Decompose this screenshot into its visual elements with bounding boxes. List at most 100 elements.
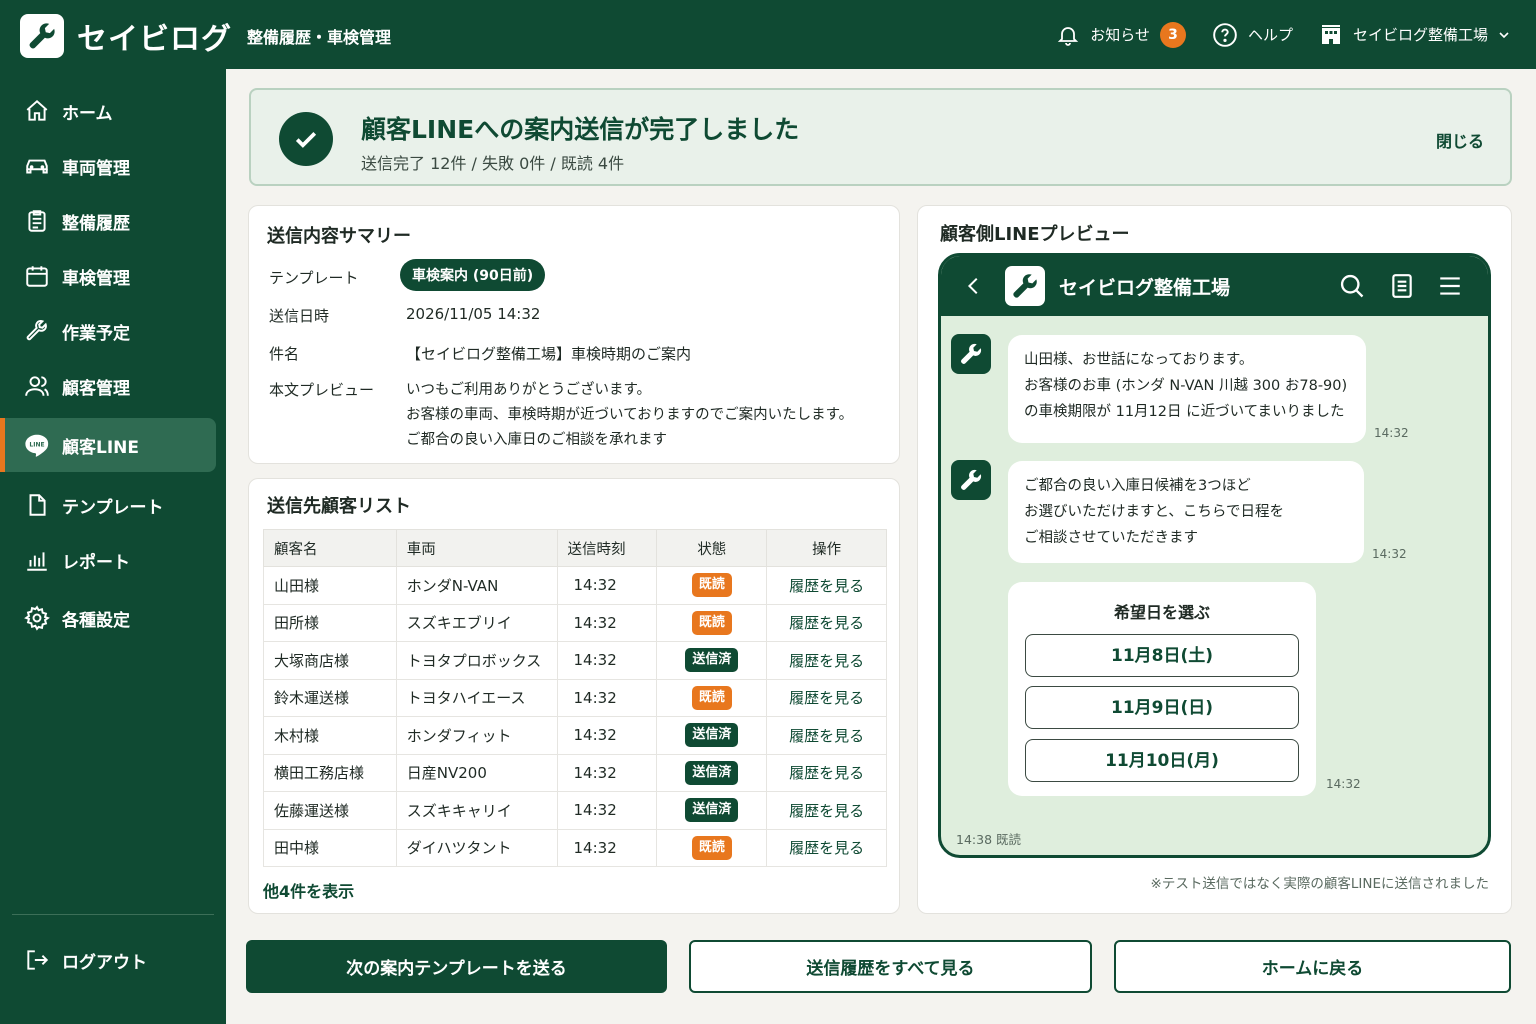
send-time: 14:32: [557, 604, 658, 642]
column-header[interactable]: 送信時刻: [556, 529, 658, 567]
logout-button[interactable]: ログアウト: [0, 933, 216, 987]
date-option-button[interactable]: 11月8日(土): [1025, 634, 1299, 677]
send-time: 14:32: [557, 829, 658, 867]
wrench-icon: [29, 23, 55, 49]
sidebar-item-schedule[interactable]: 作業予定: [0, 304, 216, 358]
read-status: 14:38 既読: [956, 832, 1021, 847]
brand-name: セイビログ: [77, 22, 232, 57]
view-history-button[interactable]: 送信履歴をすべて見る: [689, 940, 1092, 993]
send-next-template-button[interactable]: 次の案内テンプレートを送る: [246, 940, 667, 993]
message-line: ご相談させていただきます: [1024, 530, 1198, 546]
action-cell: 履歴を見る: [766, 641, 887, 680]
sidebar-item-maintenance[interactable]: 整備履歴: [0, 194, 216, 248]
table-row: 田中様 ダイハツタント 14:32 既読 履歴を見る: [263, 829, 887, 867]
table-row: 佐藤運送様 スズキキャリイ 14:32 送信済 履歴を見る: [263, 791, 887, 830]
status-cell: 既読: [656, 829, 768, 867]
status-badge: 既読: [691, 573, 732, 598]
go-home-button[interactable]: ホームに戻る: [1114, 940, 1511, 993]
sidebar-item-templates[interactable]: テンプレート: [0, 478, 216, 532]
sidebar-item-home[interactable]: ホーム: [0, 84, 216, 138]
search-icon[interactable]: [1338, 272, 1366, 300]
send-time: 14:32: [557, 716, 658, 755]
action-cell: 履歴を見る: [766, 791, 887, 830]
help-button[interactable]: ヘルプ: [1212, 22, 1293, 48]
send-time: 14:32: [557, 754, 658, 792]
sidebar-item-vehicles[interactable]: 車両管理: [0, 139, 216, 193]
shop-avatar: [951, 460, 991, 500]
sidebar-item-inspection[interactable]: 車検管理: [0, 249, 216, 303]
notes-icon[interactable]: [1389, 272, 1415, 300]
column-header[interactable]: 車両: [395, 529, 558, 567]
sidebar-item-settings[interactable]: 各種設定: [0, 591, 216, 645]
action-cell: 履歴を見る: [766, 716, 887, 755]
sidebar-item-reports[interactable]: レポート: [0, 533, 216, 587]
column-header[interactable]: 顧客名: [263, 529, 397, 567]
notifications-button[interactable]: お知らせ 3: [1056, 21, 1186, 48]
sidebar-item-customers[interactable]: 顧客管理: [0, 359, 216, 413]
message-line: の車検期限が 11月12日 に近づいてまいりました: [1024, 404, 1345, 420]
body-line: いつもご利用ありがとうございます。: [406, 382, 652, 398]
sidebar-item-label: 各種設定: [62, 610, 130, 631]
send-time: 14:32: [557, 791, 658, 830]
file-icon: [29, 494, 46, 516]
shop-selector[interactable]: セイビログ整備工場: [1319, 23, 1510, 47]
chart-icon: [27, 552, 47, 571]
column-header: 操作: [766, 529, 887, 567]
status-badge: 送信済: [685, 648, 739, 673]
chat-shop-name: セイビログ整備工場: [1059, 277, 1231, 299]
vehicle-name: スズキエブリイ: [396, 604, 558, 642]
status-cell: 既読: [656, 679, 768, 717]
wrench-icon: [961, 469, 982, 490]
svg-text:LINE: LINE: [29, 441, 44, 448]
vehicle-name: トヨタプロボックス: [396, 641, 558, 680]
send-note: ※テスト送信ではなく実際の顧客LINEに送信されました: [1150, 876, 1489, 892]
date-option-button[interactable]: 11月9日(日): [1025, 686, 1299, 729]
menu-icon[interactable]: [1437, 273, 1463, 299]
send-time: 14:32: [557, 679, 658, 717]
column-header[interactable]: 状態: [656, 529, 768, 567]
status-cell: 既読: [656, 566, 768, 605]
view-history-link[interactable]: 履歴を見る: [789, 614, 864, 632]
view-history-link[interactable]: 履歴を見る: [789, 839, 864, 857]
message-line: お客様のお車 (ホンダ N-VAN 川越 300 お78-90): [1024, 378, 1348, 394]
close-banner-button[interactable]: 閉じる: [1436, 128, 1484, 152]
send-time: 14:32: [557, 641, 658, 680]
view-history-link[interactable]: 履歴を見る: [789, 802, 864, 820]
customer-name: 大塚商店様: [263, 641, 397, 680]
calendar-icon: [26, 266, 48, 287]
customer-name: 田所様: [263, 604, 397, 642]
logout-icon: [27, 950, 49, 970]
notifications-label: お知らせ: [1090, 26, 1150, 44]
view-history-link[interactable]: 履歴を見る: [789, 727, 864, 745]
sidebar-item-customer-line[interactable]: LINE 顧客LINE: [0, 418, 216, 472]
action-cell: 履歴を見る: [766, 829, 887, 867]
sidebar-item-label: 顧客管理: [62, 378, 130, 399]
summary-card: 送信内容サマリー テンプレート 車検案内 (90日前) 送信日時 2026/11…: [248, 205, 900, 464]
view-history-link[interactable]: 履歴を見る: [789, 652, 864, 670]
view-history-link[interactable]: 履歴を見る: [789, 689, 864, 707]
help-label: ヘルプ: [1247, 26, 1293, 44]
datetime-value: 2026/11/05 14:32: [406, 305, 541, 323]
status-badge: 送信済: [685, 798, 739, 823]
app-logo[interactable]: [20, 14, 64, 58]
view-history-link[interactable]: 履歴を見る: [789, 764, 864, 782]
subject-value: 【セイビログ整備工場】車検時期のご案内: [406, 345, 692, 363]
wrench-icon: [961, 343, 982, 364]
app-subtitle: 整備履歴・車検管理: [247, 28, 392, 47]
status-cell: 送信済: [656, 791, 768, 830]
back-icon[interactable]: [963, 274, 985, 298]
table-header-row: 顧客名 車両 送信時刻 状態 操作: [263, 529, 887, 567]
table-row: 山田様 ホンダN-VAN 14:32 既読 履歴を見る: [263, 566, 887, 605]
message-time: 14:32: [1326, 777, 1361, 791]
shop-label: セイビログ整備工場: [1352, 26, 1488, 44]
template-pill[interactable]: 車検案内 (90日前): [400, 259, 546, 291]
customer-name: 横田工務店様: [263, 754, 397, 792]
show-more-link[interactable]: 他4件を表示: [263, 878, 354, 902]
status-badge: 既読: [691, 835, 732, 860]
sidebar-item-label: 車両管理: [62, 158, 130, 179]
date-option-button[interactable]: 11月10日(月): [1025, 739, 1299, 782]
bell-icon: [1058, 26, 1079, 46]
view-history-link[interactable]: 履歴を見る: [789, 577, 864, 595]
vehicle-name: ホンダN-VAN: [396, 566, 558, 605]
vehicle-name: 日産NV200: [396, 754, 558, 792]
